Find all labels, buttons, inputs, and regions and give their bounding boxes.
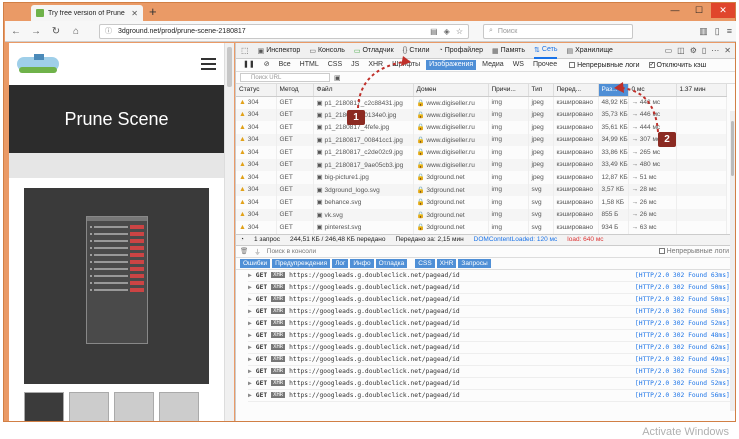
- annotation-badge-2: 2: [658, 132, 676, 147]
- annotation-badge-1: 1: [347, 110, 365, 125]
- annotation-overlay: [357, 56, 659, 133]
- annotation-arrowhead-2: [614, 82, 624, 93]
- annotation-arrow-2: [621, 87, 659, 133]
- annotation-arrow-1: [357, 61, 404, 109]
- activation-watermark: Activate Windows: [642, 426, 729, 438]
- annotation-arrowhead-1: [401, 56, 411, 66]
